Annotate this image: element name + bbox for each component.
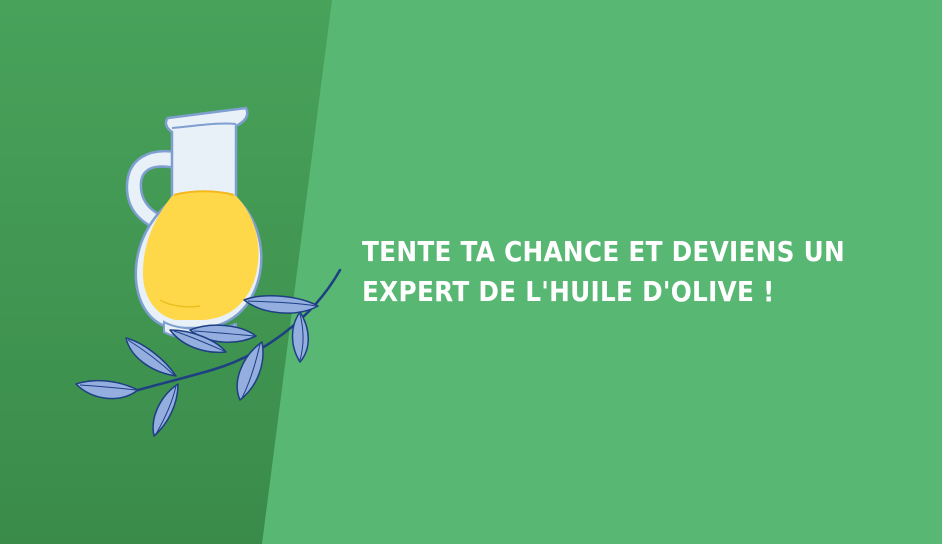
headline-line-1: TENTE TA CHANCE ET DEVIENS UN — [362, 236, 846, 268]
headline-line-2: EXPERT DE L'HUILE D'OLIVE ! — [362, 276, 775, 308]
olive-oil-jug-with-olive-branch-icon — [75, 106, 342, 437]
headline: TENTE TA CHANCE ET DEVIENS UN EXPERT DE … — [362, 232, 866, 312]
